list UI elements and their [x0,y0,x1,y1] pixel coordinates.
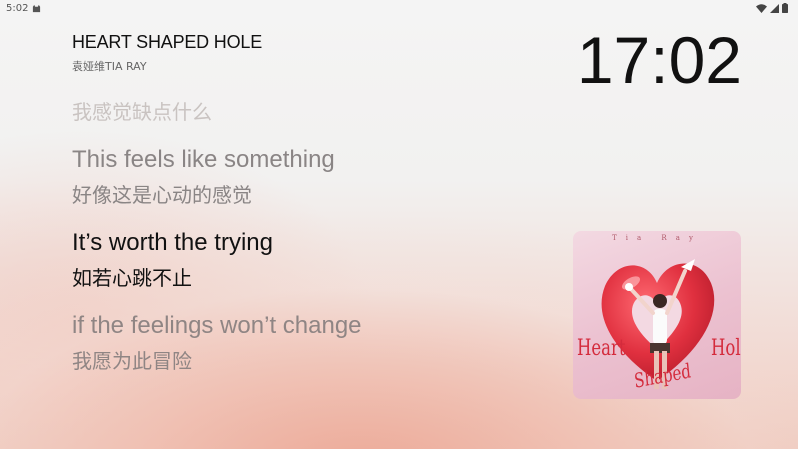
lyric-line-before-zh[interactable]: 好像这是心动的感觉 [72,179,252,208]
status-time: 5:02 [6,3,29,14]
song-artist: 袁娅维TIA RAY [72,60,147,73]
signal-icon [770,3,779,13]
clock: 17:02 [576,23,742,97]
lyric-line-previous-zh[interactable]: 我感觉缺点什么 [72,96,212,125]
album-art-top-text: Tia Ray [612,234,702,242]
battery-icon [782,3,788,13]
status-icons [756,3,788,13]
status-bar: 5:02 [0,0,798,18]
lyric-line-next-zh[interactable]: 我愿为此冒险 [72,345,192,374]
lyric-line-before-en[interactable]: This feels like something [72,146,335,174]
album-art[interactable]: Tia Ray Heart Shaped Hole [573,231,741,399]
wifi-icon [756,3,767,13]
lyric-line-current-zh[interactable]: 如若心跳不止 [72,262,192,291]
cat-notification-icon [32,4,41,13]
album-art-right-text: Hole [711,336,741,361]
lyric-line-next-en[interactable]: if the feelings won’t change [72,312,362,340]
song-title: HEART SHAPED HOLE [72,32,262,52]
album-art-left-text: Heart [577,336,626,361]
lyric-line-current-en[interactable]: It’s worth the trying [72,229,273,257]
